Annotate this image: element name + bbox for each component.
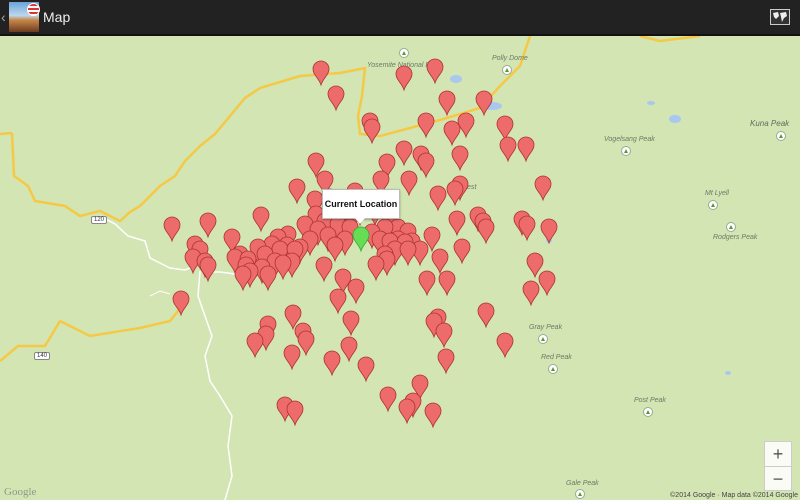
map-marker[interactable] [526, 252, 544, 279]
map-marker[interactable] [517, 136, 535, 163]
map-copyright: ©2014 Google · Map data ©2014 Google [670, 492, 798, 499]
map-view[interactable]: Yosemite National Park Polly Dome Vogels… [0, 36, 800, 500]
map-marker[interactable] [274, 254, 292, 281]
map-marker[interactable] [327, 85, 345, 112]
zoom-in-button[interactable]: + [765, 442, 791, 467]
map-marker[interactable] [395, 65, 413, 92]
map-marker[interactable] [400, 170, 418, 197]
map-marker[interactable] [395, 140, 413, 167]
map-marker[interactable] [448, 210, 466, 237]
map-marker[interactable] [312, 60, 330, 87]
map-marker[interactable] [418, 270, 436, 297]
world-map-icon[interactable] [770, 9, 790, 25]
map-marker[interactable] [172, 290, 190, 317]
map-marker[interactable] [329, 288, 347, 315]
zoom-controls: + − [764, 441, 792, 491]
map-marker[interactable] [499, 136, 517, 163]
map-marker[interactable] [446, 180, 464, 207]
map-marker[interactable] [326, 236, 344, 263]
map-marker[interactable] [297, 330, 315, 357]
map-marker[interactable] [340, 336, 358, 363]
zoom-out-button[interactable]: − [765, 467, 791, 491]
map-marker[interactable] [522, 280, 540, 307]
app-icon[interactable] [9, 2, 40, 32]
map-marker[interactable] [475, 90, 493, 117]
app: ‹ Map Yosemite National Park Polly Dome [0, 0, 800, 500]
map-marker[interactable] [540, 218, 558, 245]
map-marker[interactable] [234, 265, 252, 292]
map-markers [163, 58, 558, 429]
chevron-left-icon[interactable]: ‹ [1, 9, 9, 25]
map-marker[interactable] [518, 215, 536, 242]
map-marker[interactable] [398, 398, 416, 425]
map-marker[interactable] [323, 350, 341, 377]
map-marker[interactable] [379, 386, 397, 413]
map-marker[interactable] [438, 90, 456, 117]
map-marker[interactable] [199, 256, 217, 283]
map-marker[interactable] [426, 58, 444, 85]
current-location-marker[interactable] [352, 226, 370, 253]
map-marker[interactable] [477, 218, 495, 245]
action-bar: ‹ Map [0, 0, 800, 36]
map-marker[interactable] [431, 248, 449, 275]
map-marker[interactable] [417, 112, 435, 139]
map-marker[interactable] [429, 185, 447, 212]
map-marker[interactable] [399, 240, 417, 267]
map-marker[interactable] [246, 332, 264, 359]
map-marker[interactable] [347, 278, 365, 305]
map-marker[interactable] [453, 238, 471, 265]
google-logo: Google [4, 486, 37, 498]
map-marker[interactable] [451, 145, 469, 172]
map-marker[interactable] [435, 322, 453, 349]
map-marker[interactable] [443, 120, 461, 147]
map-marker[interactable] [367, 255, 385, 282]
map-marker[interactable] [286, 400, 304, 427]
map-marker[interactable] [437, 348, 455, 375]
map-marker[interactable] [496, 332, 514, 359]
map-marker[interactable] [357, 356, 375, 383]
popup-label: Current Location [324, 199, 398, 209]
map-marker[interactable] [283, 344, 301, 371]
map-marker[interactable] [534, 175, 552, 202]
map-marker[interactable] [199, 212, 217, 239]
flag-icon [27, 3, 40, 16]
map-marker[interactable] [259, 265, 277, 292]
map-marker[interactable] [342, 310, 360, 337]
map-marker[interactable] [438, 270, 456, 297]
map-marker[interactable] [163, 216, 181, 243]
current-location-popup[interactable]: Current Location [322, 189, 400, 224]
page-title: Map [43, 9, 71, 25]
map-marker[interactable] [288, 178, 306, 205]
map-marker[interactable] [538, 270, 556, 297]
map-marker[interactable] [477, 302, 495, 329]
map-marker[interactable] [496, 115, 514, 142]
map-marker[interactable] [457, 112, 475, 139]
map-marker[interactable] [424, 402, 442, 429]
map-marker[interactable] [363, 118, 381, 145]
map-marker[interactable] [252, 206, 270, 233]
map-marker[interactable] [315, 256, 333, 283]
map-marker[interactable] [417, 152, 435, 179]
